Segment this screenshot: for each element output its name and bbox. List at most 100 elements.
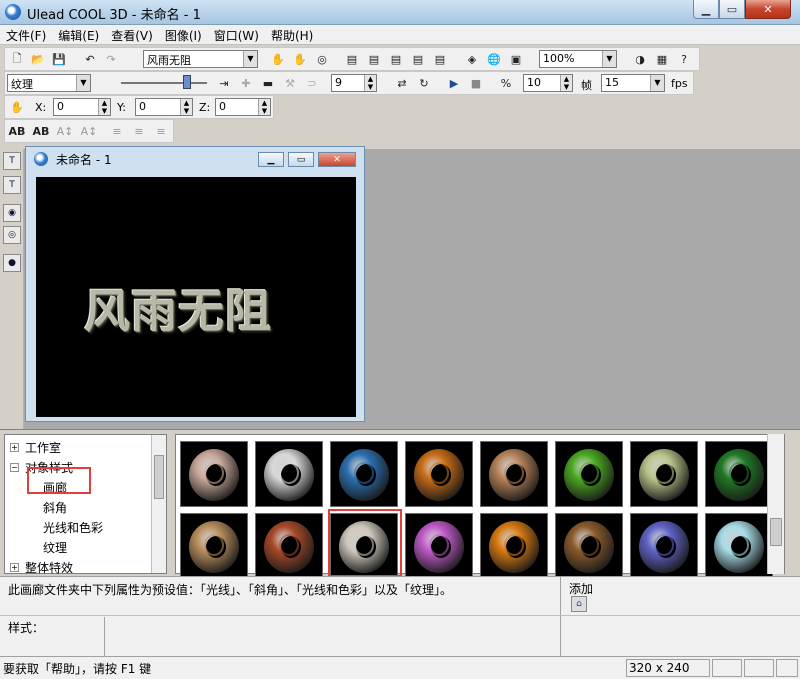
align-right-icon[interactable]: ≡ bbox=[152, 122, 170, 140]
doc-close-button[interactable]: ✕ bbox=[318, 152, 356, 167]
donut-blue-marble-icon[interactable] bbox=[330, 441, 398, 507]
undo-icon[interactable]: ↶ bbox=[81, 50, 99, 68]
align-center-icon[interactable]: ≡ bbox=[130, 122, 148, 140]
globe-icon[interactable]: 🌐 bbox=[485, 50, 503, 68]
frame-step-icon[interactable]: ⇥ bbox=[215, 74, 233, 92]
insert-icon-4[interactable]: ▤ bbox=[409, 50, 427, 68]
insert-icon-5[interactable]: ▤ bbox=[431, 50, 449, 68]
text-vertical-icon[interactable]: A↕ bbox=[56, 122, 74, 140]
zoom-select[interactable]: 100% ▼ bbox=[539, 50, 617, 68]
spinner-icon[interactable]: ▲ ▼ bbox=[98, 99, 110, 115]
stop-icon[interactable]: ■ bbox=[467, 74, 485, 92]
scroll-thumb[interactable] bbox=[770, 518, 782, 546]
swap-icon[interactable]: ⇄ bbox=[393, 74, 411, 92]
insert-icon-3[interactable]: ▤ bbox=[387, 50, 405, 68]
percent-icon[interactable]: % bbox=[497, 74, 515, 92]
fps-select[interactable]: 15 ▼ bbox=[601, 74, 665, 92]
text-object-select[interactable]: 风雨无阻 ▼ bbox=[143, 50, 258, 68]
image-icon[interactable]: ▦ bbox=[653, 50, 671, 68]
insert-text-icon[interactable]: T bbox=[3, 152, 21, 170]
donut-red-speckle-icon[interactable] bbox=[255, 513, 323, 579]
doc-maximize-button[interactable]: ▭ bbox=[288, 152, 314, 167]
frame-input[interactable]: 9 ▲ ▼ bbox=[331, 74, 377, 92]
spinner-icon[interactable]: ▲ ▼ bbox=[364, 75, 376, 91]
frames-input[interactable]: 10 ▲ ▼ bbox=[523, 74, 573, 92]
donut-rainbow-icon[interactable] bbox=[555, 441, 623, 507]
spinner-icon[interactable]: ▲ ▼ bbox=[180, 99, 192, 115]
tool-icon[interactable]: ⚒ bbox=[281, 74, 299, 92]
help-pointer-icon[interactable]: ? bbox=[675, 50, 693, 68]
redo-icon[interactable]: ↷ bbox=[102, 50, 120, 68]
menu-edit[interactable]: 编辑(E) bbox=[52, 25, 105, 44]
text-vertical2-icon[interactable]: A↕ bbox=[80, 122, 98, 140]
donut-woven-icon[interactable] bbox=[480, 441, 548, 507]
z-input[interactable]: 0 ▲ ▼ bbox=[215, 98, 271, 116]
doc-minimize-button[interactable]: ▁ bbox=[258, 152, 284, 167]
tree-item-light-color[interactable]: 光线和色彩 bbox=[43, 519, 103, 536]
loop-icon[interactable]: ⊃ bbox=[303, 74, 321, 92]
add-preset-icon[interactable]: ⌂ bbox=[571, 596, 587, 612]
expand-icon[interactable]: + bbox=[10, 443, 19, 452]
tree-item-studio[interactable]: 工作室 bbox=[25, 439, 61, 456]
close-button[interactable]: ✕ bbox=[745, 0, 791, 19]
render-canvas[interactable]: 风雨无阻 bbox=[36, 177, 356, 417]
gallery-scrollbar[interactable] bbox=[767, 434, 784, 574]
window-icon[interactable]: ▣ bbox=[507, 50, 525, 68]
hand-icon[interactable]: ✋ bbox=[269, 50, 287, 68]
text-spacing-icon[interactable]: AB bbox=[32, 122, 50, 140]
scroll-thumb[interactable] bbox=[154, 455, 164, 499]
donut-green-marble-icon[interactable] bbox=[705, 441, 773, 507]
rotate-hand-icon[interactable]: ✋ bbox=[291, 50, 309, 68]
insert-geometry-icon[interactable]: ● bbox=[3, 254, 21, 272]
tree-scrollbar[interactable] bbox=[151, 435, 166, 573]
donut-brown-cork-icon[interactable] bbox=[555, 513, 623, 579]
menu-image[interactable]: 图像(I) bbox=[159, 25, 208, 44]
save-icon[interactable]: 💾 bbox=[50, 50, 68, 68]
donut-pink-marble-icon[interactable] bbox=[180, 441, 248, 507]
tree-item-bevel[interactable]: 斜角 bbox=[43, 499, 67, 516]
minimize-button[interactable]: ▁ bbox=[693, 0, 719, 19]
y-input[interactable]: 0 ▲ ▼ bbox=[135, 98, 193, 116]
open-folder-icon[interactable]: 📂 bbox=[29, 50, 47, 68]
menu-view[interactable]: 查看(V) bbox=[105, 25, 159, 44]
slider-track[interactable] bbox=[121, 82, 207, 84]
insert-icon-1[interactable]: ▤ bbox=[343, 50, 361, 68]
insert-icon-2[interactable]: ▤ bbox=[365, 50, 383, 68]
tree-item-global-effects[interactable]: 整体特效 bbox=[25, 559, 73, 576]
donut-white-metal-icon[interactable] bbox=[255, 441, 323, 507]
donut-light-cyan-icon[interactable] bbox=[705, 513, 773, 579]
slider-thumb[interactable] bbox=[183, 75, 191, 89]
donut-tan-stone-icon[interactable] bbox=[180, 513, 248, 579]
remove-frame-icon[interactable]: ▬ bbox=[259, 74, 277, 92]
menu-help[interactable]: 帮助(H) bbox=[265, 25, 319, 44]
insert-shape-icon[interactable]: ◉ bbox=[3, 204, 21, 222]
donut-iridescent-icon[interactable] bbox=[405, 513, 473, 579]
add-frame-icon[interactable]: ✚ bbox=[237, 74, 255, 92]
spinner-icon[interactable]: ▲ ▼ bbox=[560, 75, 572, 91]
select-target-icon[interactable]: ◎ bbox=[313, 50, 331, 68]
donut-green-stone-icon[interactable] bbox=[630, 441, 698, 507]
spinner-icon[interactable]: ▲ ▼ bbox=[258, 99, 270, 115]
rewind-icon[interactable]: ↻ bbox=[415, 74, 433, 92]
menu-window[interactable]: 窗口(W) bbox=[208, 25, 265, 44]
collapse-icon[interactable]: − bbox=[10, 463, 19, 472]
donut-amber-icon[interactable] bbox=[480, 513, 548, 579]
move-object-icon[interactable]: ✋ bbox=[8, 98, 26, 116]
edit-text-icon[interactable]: T bbox=[3, 176, 21, 194]
donut-orange-wood-icon[interactable] bbox=[405, 441, 473, 507]
new-file-icon[interactable]: 🗋 bbox=[8, 50, 26, 68]
document-window[interactable]: 未命名 - 1 ▁ ▭ ✕ 风雨无阻 bbox=[25, 146, 365, 422]
text-bold-icon[interactable]: AB bbox=[8, 122, 26, 140]
maximize-button[interactable]: ▭ bbox=[719, 0, 745, 19]
edit-shape-icon[interactable]: ◎ bbox=[3, 226, 21, 244]
menu-file[interactable]: 文件(F) bbox=[0, 25, 52, 44]
attribute-select[interactable]: 纹理 ▼ bbox=[7, 74, 91, 92]
canvas-3d-text[interactable]: 风雨无阻 bbox=[84, 275, 272, 341]
tree-item-texture[interactable]: 纹理 bbox=[43, 539, 67, 556]
web-icon[interactable]: ◑ bbox=[631, 50, 649, 68]
x-input[interactable]: 0 ▲ ▼ bbox=[53, 98, 111, 116]
color-picker-icon[interactable]: ◈ bbox=[463, 50, 481, 68]
align-left-icon[interactable]: ≡ bbox=[108, 122, 126, 140]
expand-icon[interactable]: + bbox=[10, 563, 19, 572]
play-icon[interactable]: ▶ bbox=[445, 74, 463, 92]
